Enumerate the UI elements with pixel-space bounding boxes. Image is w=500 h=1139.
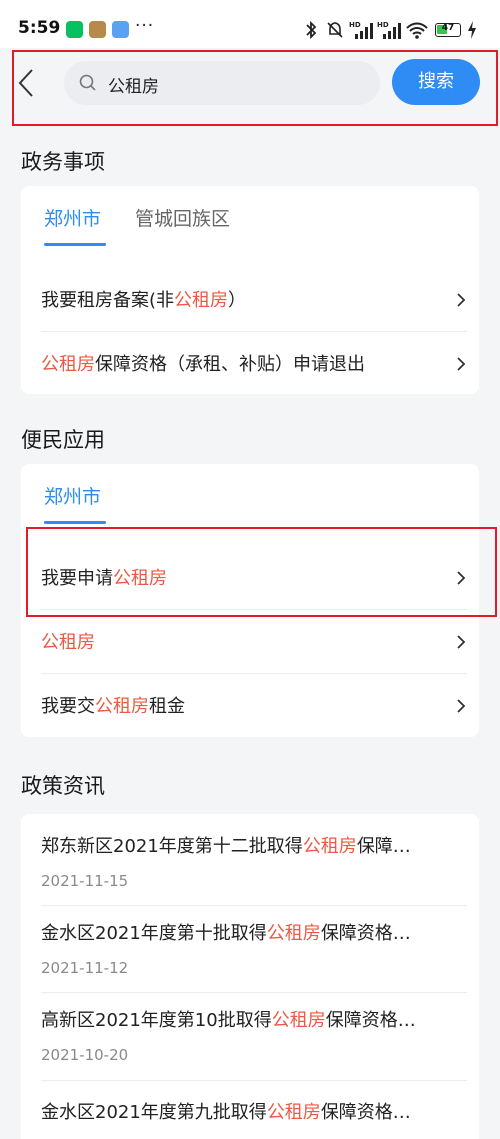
divider bbox=[41, 992, 467, 993]
status-bar: 5:59 ··· HD HD 47 bbox=[0, 0, 500, 48]
list-item-label: 公租房保障资格（承租、补贴）申请退出 bbox=[41, 354, 365, 375]
section-title-policy: 政策资讯 bbox=[21, 774, 105, 798]
list-item[interactable]: 公租房 bbox=[41, 610, 467, 674]
notes-app-icon bbox=[89, 21, 106, 38]
back-arrow-icon[interactable] bbox=[12, 66, 44, 100]
battery-indicator: 47 bbox=[435, 23, 461, 37]
news-date: 2021-11-15 bbox=[41, 872, 129, 890]
bluetooth-icon bbox=[306, 20, 317, 40]
game-app-icon bbox=[112, 21, 129, 38]
search-query-text: 公租房 bbox=[108, 77, 159, 97]
signal-hd-2-icon: HD bbox=[377, 21, 401, 39]
wechat-icon bbox=[66, 21, 83, 38]
active-tab-indicator bbox=[44, 243, 106, 246]
news-title: 高新区2021年度第10批取得公租房保障资格… bbox=[41, 1010, 416, 1031]
news-date: 2021-10-20 bbox=[41, 1046, 129, 1064]
chevron-right-icon bbox=[457, 635, 466, 649]
tab-zhengzhou[interactable]: 郑州市 bbox=[44, 204, 101, 231]
divider bbox=[41, 1080, 467, 1081]
mute-bell-icon bbox=[327, 22, 343, 38]
tab-guancheng[interactable]: 管城回族区 bbox=[135, 204, 230, 231]
convenience-card: 郑州市 我要申请公租房 公租房 我要交公租房租金 bbox=[21, 464, 479, 737]
charging-icon bbox=[468, 21, 476, 39]
list-item-label: 我要交公租房租金 bbox=[41, 696, 185, 717]
gov-affairs-tabs: 郑州市 管城回族区 bbox=[21, 186, 479, 248]
list-item-label: 公租房 bbox=[41, 632, 95, 653]
gov-affairs-card: 郑州市 管城回族区 我要租房备案(非公租房） 公租房保障资格（承租、补贴）申请退… bbox=[21, 186, 479, 394]
wifi-icon bbox=[406, 22, 428, 39]
chevron-right-icon bbox=[457, 699, 466, 713]
convenience-tabs: 郑州市 bbox=[21, 464, 479, 526]
signal-hd-1-icon: HD bbox=[349, 21, 373, 39]
list-item[interactable]: 我要申请公租房 bbox=[41, 546, 467, 610]
chevron-right-icon bbox=[457, 357, 466, 371]
chevron-right-icon bbox=[457, 293, 466, 307]
news-title: 郑东新区2021年度第十二批取得公租房保障… bbox=[41, 836, 411, 857]
search-header: 公租房 搜索 bbox=[0, 48, 500, 128]
search-input[interactable]: 公租房 bbox=[64, 61, 380, 105]
search-icon bbox=[79, 74, 96, 91]
news-item[interactable]: 金水区2021年度第九批取得公租房保障资格… 2021-10-08 bbox=[41, 1098, 467, 1139]
divider bbox=[41, 905, 467, 906]
list-item-label: 我要租房备案(非公租房） bbox=[41, 290, 247, 311]
news-date: 2021-11-12 bbox=[41, 959, 129, 977]
list-item[interactable]: 公租房保障资格（承租、补贴）申请退出 bbox=[41, 332, 467, 396]
list-item[interactable]: 我要交公租房租金 bbox=[41, 674, 467, 738]
news-item[interactable]: 金水区2021年度第十批取得公租房保障资格… 2021-11-12 bbox=[41, 919, 467, 977]
news-item[interactable]: 高新区2021年度第10批取得公租房保障资格… 2021-10-20 bbox=[41, 1006, 467, 1064]
chevron-right-icon bbox=[457, 571, 466, 585]
svg-text:HD: HD bbox=[377, 21, 389, 29]
status-time: 5:59 bbox=[18, 18, 61, 38]
list-item[interactable]: 我要租房备案(非公租房） bbox=[41, 268, 467, 332]
tab-zhengzhou[interactable]: 郑州市 bbox=[44, 482, 101, 509]
policy-card: 郑东新区2021年度第十二批取得公租房保障… 2021-11-15 金水区202… bbox=[21, 814, 479, 1139]
svg-text:HD: HD bbox=[349, 21, 361, 29]
section-title-gov-affairs: 政务事项 bbox=[21, 150, 105, 174]
news-item[interactable]: 郑东新区2021年度第十二批取得公租房保障… 2021-11-15 bbox=[41, 832, 467, 890]
battery-level: 47 bbox=[441, 23, 455, 33]
news-title: 金水区2021年度第十批取得公租房保障资格… bbox=[41, 923, 411, 944]
more-notifications-icon: ··· bbox=[135, 16, 155, 36]
section-title-convenience: 便民应用 bbox=[21, 428, 105, 452]
active-tab-indicator bbox=[44, 521, 106, 524]
list-item-label: 我要申请公租房 bbox=[41, 568, 167, 589]
search-button[interactable]: 搜索 bbox=[392, 59, 480, 105]
news-title: 金水区2021年度第九批取得公租房保障资格… bbox=[41, 1102, 411, 1123]
